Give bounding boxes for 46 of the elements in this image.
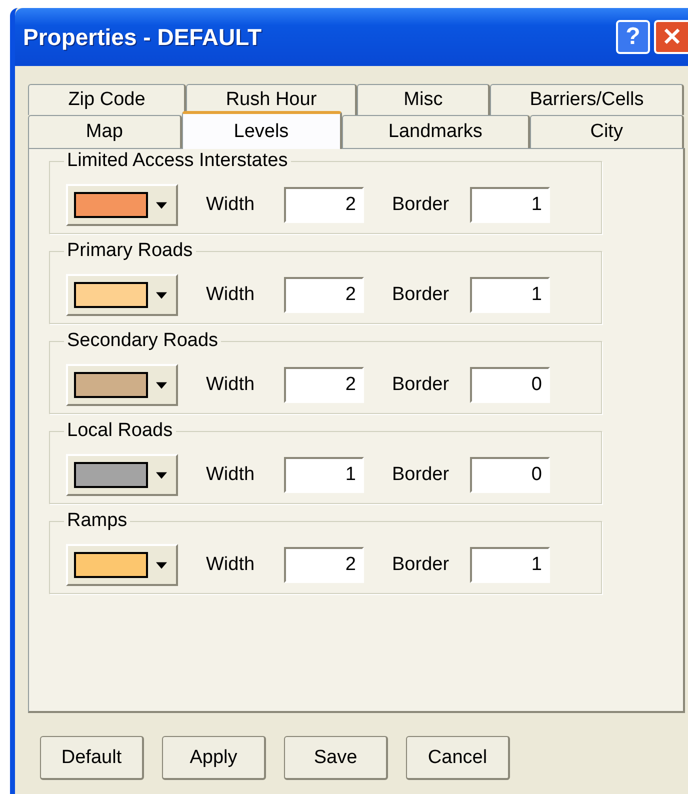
dialog-button[interactable]: Apply <box>162 736 266 780</box>
color-picker-button[interactable] <box>66 454 178 496</box>
width-field[interactable]: 2 <box>284 367 364 403</box>
width-label: Width <box>206 554 256 576</box>
border-field[interactable]: 1 <box>470 547 550 583</box>
tab[interactable]: Levels <box>182 111 342 149</box>
tab[interactable]: Zip Code <box>28 84 186 115</box>
tab[interactable]: City <box>530 115 684 148</box>
dialog-button[interactable]: Save <box>284 736 388 780</box>
dialog-button[interactable]: Cancel <box>406 736 510 780</box>
color-picker-button[interactable] <box>66 544 178 586</box>
group-title: Primary Roads <box>64 239 196 263</box>
tab[interactable]: Misc <box>357 84 490 115</box>
border-field[interactable]: 0 <box>470 457 550 493</box>
group-title: Secondary Roads <box>64 329 222 353</box>
caret-icon <box>156 562 167 568</box>
width-label: Width <box>206 194 256 216</box>
border-field[interactable]: 1 <box>470 277 550 313</box>
color-picker-button[interactable] <box>66 274 178 316</box>
border-label: Border <box>392 464 450 486</box>
caret-icon <box>156 382 167 388</box>
color-picker-button[interactable] <box>66 364 178 406</box>
width-label: Width <box>206 464 256 486</box>
help-button[interactable]: ? <box>616 20 650 54</box>
border-label: Border <box>392 374 450 396</box>
width-label: Width <box>206 284 256 306</box>
dialog-button[interactable]: Default <box>40 736 144 780</box>
tab[interactable]: Barriers/Cells <box>490 84 684 115</box>
window-title: Properties - DEFAULT <box>23 24 262 50</box>
width-field[interactable]: 1 <box>284 457 364 493</box>
width-field[interactable]: 2 <box>284 277 364 313</box>
border-label: Border <box>392 194 450 216</box>
border-label: Border <box>392 284 450 306</box>
color-picker-button[interactable] <box>66 184 178 226</box>
tab[interactable]: Map <box>28 115 182 148</box>
tab[interactable]: Landmarks <box>342 115 530 148</box>
border-label: Border <box>392 554 450 576</box>
border-field[interactable]: 0 <box>470 367 550 403</box>
width-label: Width <box>206 374 256 396</box>
width-field[interactable]: 2 <box>284 187 364 223</box>
close-button[interactable]: ✕ <box>654 20 688 54</box>
border-field[interactable]: 1 <box>470 187 550 223</box>
caret-icon <box>156 202 167 208</box>
caret-icon <box>156 472 167 478</box>
caret-icon <box>156 292 167 298</box>
width-field[interactable]: 2 <box>284 547 364 583</box>
